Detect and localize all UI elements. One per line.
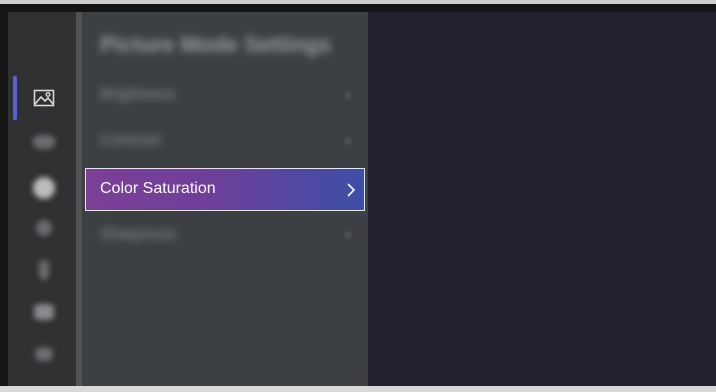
bluetooth-icon[interactable] bbox=[32, 258, 56, 282]
preview-area bbox=[368, 12, 716, 386]
panel-title: Picture Mode Settings bbox=[100, 32, 332, 57]
chevron-right-icon bbox=[347, 183, 356, 197]
chevron-right-icon: › bbox=[345, 226, 351, 243]
menu-item-sharpness[interactable]: Sharpness bbox=[100, 226, 177, 244]
device-icon[interactable] bbox=[32, 300, 56, 324]
system-icon[interactable] bbox=[32, 342, 56, 366]
picture-icon[interactable] bbox=[32, 86, 56, 110]
chevron-right-icon: › bbox=[345, 132, 351, 149]
menu-item-contrast[interactable]: Contrast bbox=[100, 132, 160, 150]
rail-active-indicator bbox=[13, 76, 17, 120]
top-bezel-shadow bbox=[0, 4, 716, 10]
menu-item-color-saturation[interactable]: Color Saturation bbox=[85, 168, 365, 211]
sound-icon[interactable] bbox=[32, 130, 56, 154]
display-icon[interactable] bbox=[32, 176, 56, 200]
bottom-bezel bbox=[0, 386, 716, 392]
network-icon[interactable] bbox=[32, 216, 56, 240]
menu-item-label: Color Saturation bbox=[100, 180, 216, 197]
chevron-right-icon: › bbox=[345, 86, 351, 103]
tv-screen: Picture Mode Settings Brightness › Contr… bbox=[0, 0, 716, 392]
menu-item-brightness[interactable]: Brightness bbox=[100, 86, 176, 104]
